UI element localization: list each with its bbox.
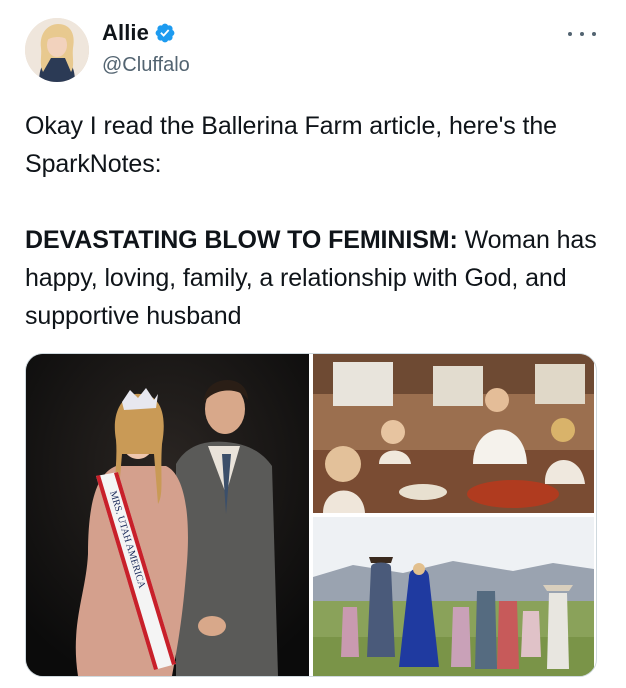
author-handle[interactable]: @Cluffalo bbox=[102, 54, 190, 77]
tweet-text-line1: Okay I read the Ballerina Farm article, … bbox=[25, 112, 557, 178]
author-display-name[interactable]: Allie bbox=[102, 20, 149, 46]
verified-badge-icon bbox=[154, 22, 176, 44]
media-grid: MRS. UTAH AMERICA bbox=[25, 353, 597, 677]
tweet-text-headline: DEVASTATING BLOW TO FEMINISM: Woman has … bbox=[25, 221, 605, 335]
author-name-row: Allie bbox=[102, 20, 176, 46]
media-photo-family-field[interactable] bbox=[313, 517, 594, 676]
more-options-icon[interactable] bbox=[568, 24, 596, 44]
tweet-text: Okay I read the Ballerina Farm article, … bbox=[25, 107, 605, 335]
tweet-headline-bold: DEVASTATING BLOW TO FEMINISM: bbox=[25, 226, 458, 254]
avatar-photo bbox=[25, 18, 89, 82]
media-photo-kitchen[interactable] bbox=[313, 354, 594, 513]
tweet-card: Allie @Cluffalo Okay I read the Ballerin… bbox=[0, 0, 626, 688]
author-avatar[interactable] bbox=[25, 18, 89, 82]
media-photo-couple[interactable]: MRS. UTAH AMERICA bbox=[26, 354, 309, 676]
